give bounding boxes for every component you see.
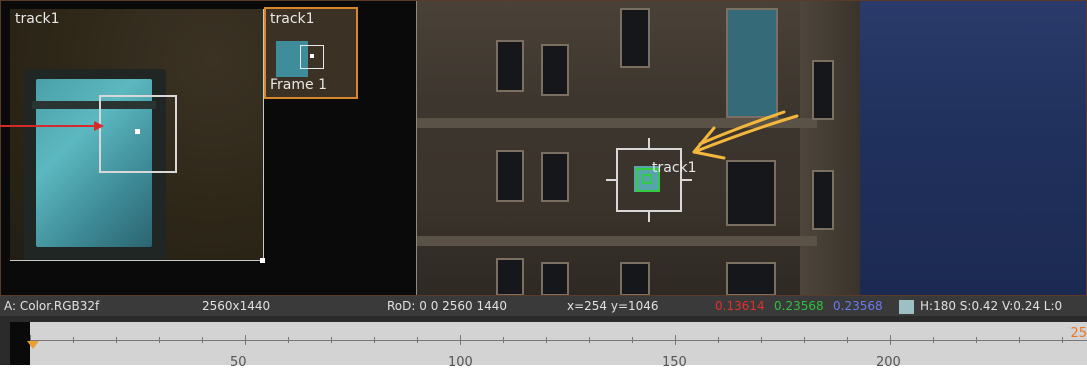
timeline-ruler[interactable]: 25 50 100 150 200 xyxy=(10,322,1087,370)
timeline-baseline xyxy=(10,340,1087,341)
timeline-tick-label: 150 xyxy=(662,355,687,370)
timeline-tick xyxy=(933,337,934,343)
playhead-marker-icon[interactable] xyxy=(27,341,39,349)
red-arrow-icon xyxy=(0,121,104,131)
timeline-tick xyxy=(73,337,74,343)
yellow-arrow-icon xyxy=(692,110,799,160)
timeline-tick xyxy=(331,337,332,343)
viewer-info-bar: A: Color.RGB32f 2560x1440 RoD: 0 0 2560 … xyxy=(0,296,1087,316)
timeline-tick xyxy=(546,337,547,343)
timeline-tick xyxy=(890,335,891,345)
timeline-tick xyxy=(116,337,117,343)
timeline-tick xyxy=(804,337,805,343)
cursor-coords-readout: x=254 y=1046 xyxy=(567,299,659,313)
timeline-tick xyxy=(417,337,418,343)
timeline-tick xyxy=(1019,337,1020,343)
timeline-tick-label: 50 xyxy=(230,355,247,370)
pixel-blue-value: 0.23568 xyxy=(833,299,883,313)
pixel-red-value: 0.13614 xyxy=(715,299,765,313)
timeline-tick xyxy=(632,337,633,343)
timeline-tick xyxy=(460,335,461,345)
timeline-tick xyxy=(202,337,203,343)
timeline-tick xyxy=(718,337,719,343)
annotation-overlay xyxy=(0,110,799,160)
pixel-green-value: 0.23568 xyxy=(774,299,824,313)
timeline-tick-label: 100 xyxy=(448,355,473,370)
pixel-color-swatch xyxy=(899,300,914,314)
timeline-tick xyxy=(675,335,676,345)
timeline-tick xyxy=(159,337,160,343)
hsv-readout: H:180 S:0.42 V:0.24 L:0 xyxy=(920,299,1063,313)
timeline-tick xyxy=(374,337,375,343)
channels-readout: A: Color.RGB32f xyxy=(4,299,100,313)
current-frame-number: 25 xyxy=(1070,326,1087,341)
timeline-tick xyxy=(1062,337,1063,343)
timeline-tick xyxy=(245,335,246,345)
timeline-tick xyxy=(503,337,504,343)
timeline-tick xyxy=(976,337,977,343)
timeline-tick xyxy=(761,337,762,343)
timeline-tick xyxy=(847,337,848,343)
timeline-tick xyxy=(288,337,289,343)
timeline-tick xyxy=(589,337,590,343)
rod-readout: RoD: 0 0 2560 1440 xyxy=(387,299,508,313)
resolution-readout: 2560x1440 xyxy=(202,299,271,313)
timeline-tick-label: 200 xyxy=(876,355,901,370)
